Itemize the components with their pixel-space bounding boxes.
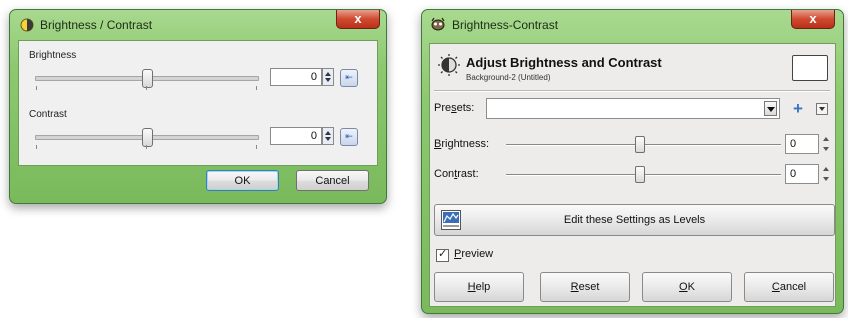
- chevron-down-icon[interactable]: [764, 101, 777, 116]
- ok-button[interactable]: OK: [206, 170, 279, 191]
- preview-label: Preview: [454, 248, 494, 260]
- preview-swatch: [792, 55, 828, 81]
- edit-as-levels-button[interactable]: Edit these Settings as Levels: [434, 204, 835, 236]
- brightness-slider-thumb[interactable]: [635, 136, 645, 153]
- tick-mark: [256, 86, 257, 90]
- close-button[interactable]: x: [791, 10, 835, 29]
- close-button[interactable]: x: [336, 10, 380, 29]
- plus-icon[interactable]: +: [793, 100, 803, 117]
- contrast-spinner[interactable]: [822, 164, 831, 184]
- window-title: Brightness-Contrast: [452, 18, 559, 32]
- tick-mark: [36, 86, 37, 90]
- brightness-label: Brightness:: [434, 138, 490, 150]
- brightness-slider-thumb[interactable]: [142, 69, 153, 88]
- tick-mark: [36, 145, 37, 149]
- separator: [434, 90, 830, 92]
- reset-button[interactable]: Reset: [540, 272, 630, 302]
- brightness-input[interactable]: 0: [785, 134, 819, 154]
- levels-icon: [441, 210, 461, 230]
- contrast-label: Contrast:: [434, 168, 479, 180]
- edit-as-levels-label: Edit these Settings as Levels: [563, 214, 706, 226]
- reset-icon[interactable]: ⇤: [340, 128, 358, 146]
- window-title: Brightness / Contrast: [40, 18, 153, 32]
- brightness-spinner[interactable]: [822, 134, 831, 154]
- contrast-input[interactable]: 0: [270, 127, 322, 145]
- header-subtitle: Background-2 (Untitled): [466, 73, 551, 82]
- brightness-input[interactable]: 0: [270, 68, 322, 86]
- reset-icon[interactable]: ⇤: [340, 69, 358, 87]
- tick-mark: [256, 145, 257, 149]
- ok-button[interactable]: OK: [642, 272, 732, 302]
- contrast-spinner[interactable]: [322, 127, 334, 145]
- brightness-contrast-dialog: Brightness / Contrast x Brightness 0 ⇤ C…: [9, 9, 387, 204]
- title-bar[interactable]: Brightness-Contrast x: [422, 10, 843, 40]
- cancel-button[interactable]: Cancel: [296, 170, 369, 191]
- contrast-slider-thumb[interactable]: [635, 166, 645, 183]
- title-bar[interactable]: Brightness / Contrast x: [10, 10, 386, 40]
- header-title: Adjust Brightness and Contrast: [466, 55, 662, 70]
- contrast-label: Contrast: [29, 109, 67, 120]
- contrast-slider-thumb[interactable]: [142, 128, 153, 147]
- brightness-label: Brightness: [29, 50, 77, 61]
- brightness-contrast-icon: [438, 54, 460, 76]
- tick-mark: [146, 86, 147, 90]
- tick-mark: [146, 145, 147, 149]
- brightness-contrast-icon: [20, 18, 34, 32]
- presets-label: Presets:: [434, 102, 475, 114]
- brightness-spinner[interactable]: [322, 68, 334, 86]
- gimp-icon: [431, 17, 445, 31]
- presets-combo[interactable]: [486, 98, 780, 119]
- help-button[interactable]: Help: [434, 272, 524, 302]
- gimp-brightness-contrast-dialog: Brightness-Contrast x Adjust Brightness …: [421, 9, 844, 314]
- dialog-body: Brightness 0 ⇤ Contrast 0 ⇤: [18, 40, 378, 166]
- menu-arrow-icon[interactable]: [816, 103, 828, 115]
- dialog-body: Adjust Brightness and Contrast Backgroun…: [429, 43, 836, 307]
- preview-checkbox[interactable]: [436, 247, 449, 262]
- cancel-button[interactable]: Cancel: [744, 272, 834, 302]
- contrast-input[interactable]: 0: [785, 164, 819, 184]
